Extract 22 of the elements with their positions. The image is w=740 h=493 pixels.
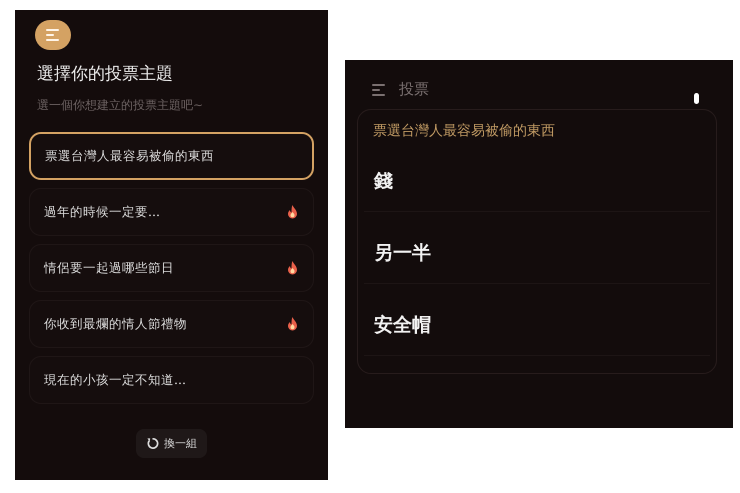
screen-title: 投票 xyxy=(399,80,429,99)
screen-subtitle: 選一個你想建立的投票主題吧~ xyxy=(37,97,204,114)
topic-label: 過年的時候一定要... xyxy=(44,204,160,220)
topic-label: 情侶要一起過哪些節日 xyxy=(44,260,174,276)
topic-item[interactable]: 現在的小孩一定不知道... xyxy=(29,356,314,404)
poll-question: 票選台灣人最容易被偷的東西 xyxy=(372,122,556,140)
topic-label: 你收到最爛的情人節禮物 xyxy=(44,316,187,332)
scroll-indicator xyxy=(694,93,699,104)
topic-item[interactable]: 過年的時候一定要... xyxy=(29,188,314,236)
topic-label: 票選台灣人最容易被偷的東西 xyxy=(45,148,214,164)
menu-icon[interactable] xyxy=(371,82,387,96)
refresh-icon xyxy=(146,437,159,450)
poll-option[interactable]: 錢 xyxy=(364,150,710,212)
topic-item[interactable]: 你收到最爛的情人節禮物 xyxy=(29,300,314,348)
poll-option[interactable]: 安全帽 xyxy=(364,294,710,356)
screen-title: 選擇你的投票主題 xyxy=(37,63,174,85)
topic-item[interactable]: 票選台灣人最容易被偷的東西 xyxy=(29,132,314,180)
topic-label: 現在的小孩一定不知道... xyxy=(44,372,186,388)
shuffle-button[interactable]: 換一組 xyxy=(136,429,207,458)
menu-button[interactable] xyxy=(35,20,71,50)
poll-option[interactable]: 另一半 xyxy=(364,222,710,284)
topic-item[interactable]: 情侶要一起過哪些節日 xyxy=(29,244,314,292)
